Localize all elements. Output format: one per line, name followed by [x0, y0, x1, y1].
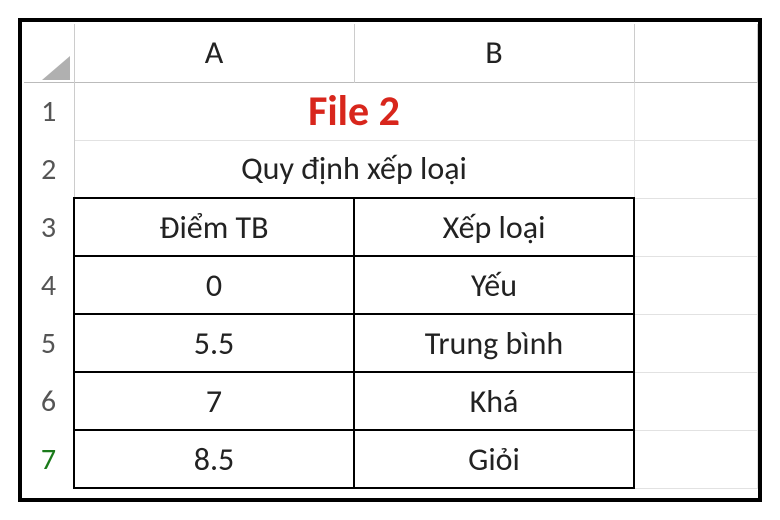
- cell-c5[interactable]: [634, 314, 758, 372]
- grid: A B 1 File 2 2 Quy định xếp loại 3 Điểm …: [24, 24, 758, 489]
- cell-c4[interactable]: [634, 256, 758, 314]
- column-header-b[interactable]: B: [354, 24, 634, 82]
- row-1: 1 File 2: [24, 82, 758, 140]
- row-header-4[interactable]: 4: [24, 256, 74, 314]
- select-all-corner[interactable]: [24, 24, 74, 82]
- row-header-5[interactable]: 5: [24, 314, 74, 372]
- cell-c3[interactable]: [634, 198, 758, 256]
- subtitle-cell[interactable]: Quy định xếp loại: [74, 140, 634, 198]
- row-5: 5 5.5 Trung bình: [24, 314, 758, 372]
- row-header-2[interactable]: 2: [24, 140, 74, 198]
- row-2: 2 Quy định xếp loại: [24, 140, 758, 198]
- header-xep-loai[interactable]: Xếp loại: [354, 198, 634, 256]
- screenshot-frame: A B 1 File 2 2 Quy định xếp loại 3 Điểm …: [18, 18, 762, 502]
- header-diem-tb[interactable]: Điểm TB: [74, 198, 354, 256]
- cell-a5[interactable]: 5.5: [74, 314, 354, 372]
- cell-a6[interactable]: 7: [74, 372, 354, 430]
- cell-c2[interactable]: [634, 140, 758, 198]
- cell-c6[interactable]: [634, 372, 758, 430]
- row-header-7[interactable]: 7: [24, 430, 74, 488]
- cell-c7[interactable]: [634, 430, 758, 488]
- row-header-6[interactable]: 6: [24, 372, 74, 430]
- cell-b4[interactable]: Yếu: [354, 256, 634, 314]
- row-3: 3 Điểm TB Xếp loại: [24, 198, 758, 256]
- cell-b6[interactable]: Khá: [354, 372, 634, 430]
- column-header-a[interactable]: A: [74, 24, 354, 82]
- column-header-c[interactable]: [634, 24, 758, 82]
- spreadsheet: A B 1 File 2 2 Quy định xếp loại 3 Điểm …: [24, 24, 758, 498]
- cell-b7[interactable]: Giỏi: [354, 430, 634, 488]
- row-header-3[interactable]: 3: [24, 198, 74, 256]
- row-header-1[interactable]: 1: [24, 82, 74, 140]
- row-6: 6 7 Khá: [24, 372, 758, 430]
- cell-c1[interactable]: [634, 82, 758, 140]
- cell-b5[interactable]: Trung bình: [354, 314, 634, 372]
- cell-a7[interactable]: 8.5: [74, 430, 354, 488]
- row-7: 7 8.5 Giỏi: [24, 430, 758, 488]
- file-title-cell[interactable]: File 2: [74, 82, 634, 140]
- column-header-row: A B: [24, 24, 758, 82]
- row-4: 4 0 Yếu: [24, 256, 758, 314]
- cell-a4[interactable]: 0: [74, 256, 354, 314]
